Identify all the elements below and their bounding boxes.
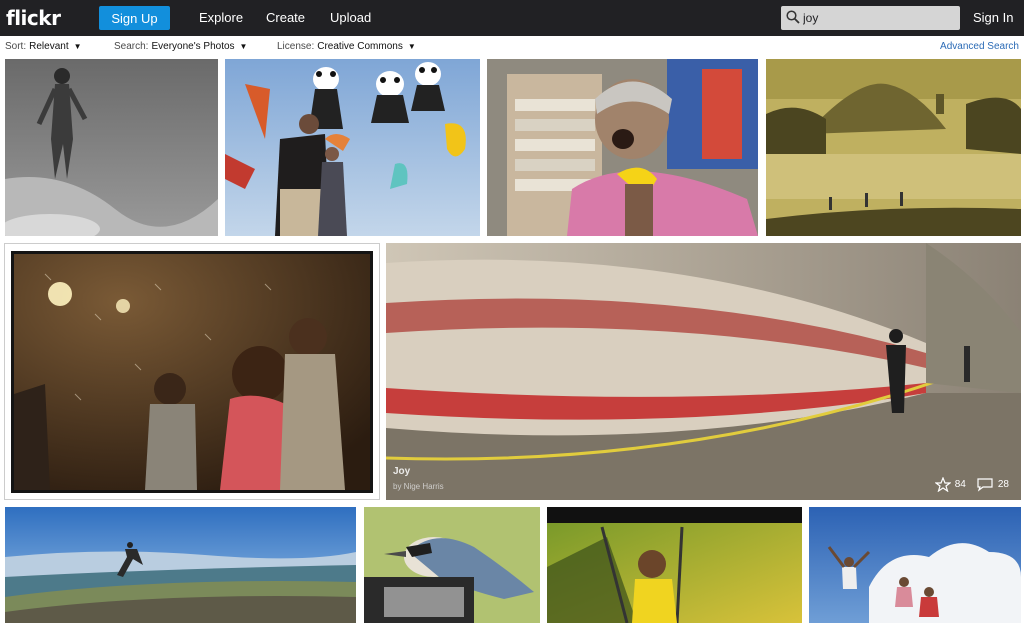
chevron-down-icon: ▼	[239, 42, 248, 51]
nav-upload[interactable]: Upload	[330, 10, 371, 25]
nav-create[interactable]: Create	[266, 10, 305, 25]
search-scope-label: Search:	[114, 41, 149, 52]
flickr-logo[interactable]: flickr	[6, 6, 61, 30]
photo-jumping-person[interactable]	[5, 507, 356, 623]
sign-in-link[interactable]: Sign In	[973, 10, 1013, 25]
sort-label: Sort:	[5, 41, 27, 52]
sort-dropdown[interactable]: Sort: Relevant ▼	[5, 41, 82, 52]
photo-vintage-landscape[interactable]	[766, 59, 1021, 236]
license-dropdown[interactable]: License: Creative Commons ▼	[277, 41, 416, 52]
photo-jumping-friends[interactable]	[809, 507, 1021, 623]
search-icon	[786, 10, 800, 24]
license-value: Creative Commons	[317, 41, 403, 52]
photo-children-sparklers[interactable]	[4, 243, 380, 500]
advanced-search-link[interactable]: Advanced Search	[940, 41, 1019, 52]
search-scope-value: Everyone's Photos	[151, 41, 235, 52]
chevron-down-icon: ▼	[407, 42, 416, 51]
photo-nuthatch-bird[interactable]	[364, 507, 540, 623]
comment-icon[interactable]	[976, 477, 994, 492]
photo-title[interactable]: Joy	[393, 466, 410, 477]
top-bar: flickr Sign Up Explore Create Upload Sig…	[0, 0, 1024, 36]
search-scope-dropdown[interactable]: Search: Everyone's Photos ▼	[114, 41, 247, 52]
photo-boy-on-beach[interactable]	[5, 59, 218, 236]
nav-explore[interactable]: Explore	[199, 10, 243, 25]
comments-count: 28	[997, 479, 1009, 490]
license-label: License:	[277, 41, 315, 52]
filter-bar: Sort: Relevant ▼ Search: Everyone's Photos ▼…	[0, 36, 1024, 58]
sort-value: Relevant	[29, 41, 69, 52]
star-icon[interactable]	[934, 477, 951, 492]
photo-kites-pandas[interactable]	[225, 59, 480, 236]
chevron-down-icon: ▼	[73, 42, 82, 51]
search-box[interactable]	[781, 6, 960, 30]
photo-joy-train[interactable]: Joy by Nige Harris 84 28	[386, 243, 1021, 500]
photo-stats: 84 28	[934, 477, 1009, 492]
photo-laughing-woman[interactable]	[487, 59, 758, 236]
search-input[interactable]	[803, 9, 953, 27]
faves-count: 84	[954, 479, 966, 490]
sign-up-button[interactable]: Sign Up	[99, 6, 170, 30]
photo-child-on-swing[interactable]	[547, 507, 802, 623]
photo-author[interactable]: by Nige Harris	[393, 482, 444, 491]
